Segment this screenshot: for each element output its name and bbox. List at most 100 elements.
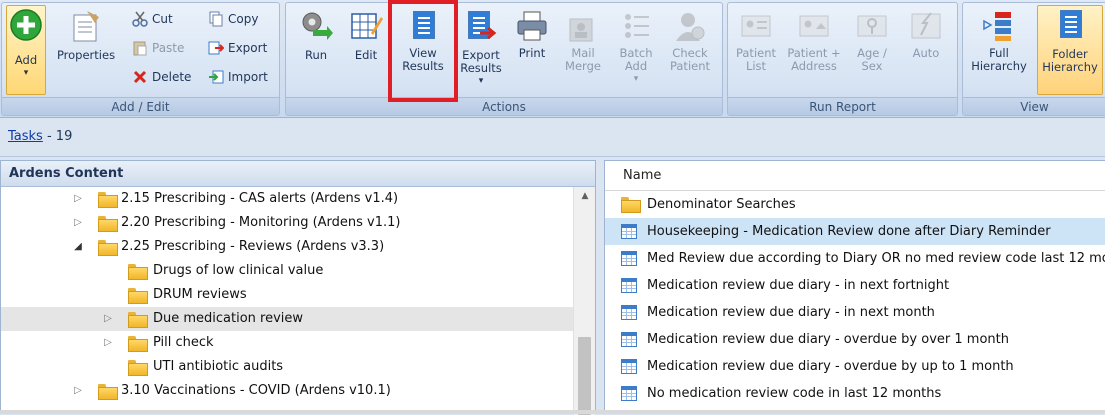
run-button[interactable]: Run [290, 7, 342, 93]
patient-list-button[interactable]: Patient List [730, 7, 782, 93]
properties-label: Properties [56, 48, 116, 62]
tree-item[interactable]: ◢ 2.25 Prescribing - Reviews (Ardens v3.… [1, 235, 573, 259]
batch-add-label-2: Add [624, 59, 648, 73]
tree-item-label: Drugs of low clinical value [153, 263, 324, 278]
search-report-icon [621, 278, 637, 293]
patient-list-label-2: List [745, 59, 767, 73]
run-label: Run [304, 48, 328, 62]
highlight-annotation-box [388, 0, 458, 102]
import-button[interactable]: Import [208, 67, 268, 87]
folder-icon [128, 360, 148, 376]
list-item[interactable]: Medication review due diary - in next mo… [605, 299, 1105, 326]
list-item[interactable]: Med Review due according to Diary OR no … [605, 245, 1105, 272]
search-report-icon [621, 386, 637, 401]
tree-item[interactable]: DRUM reviews [1, 283, 573, 307]
folder-hierarchy-button[interactable]: Folder Hierarchy [1037, 5, 1103, 95]
collapse-arrow-icon[interactable]: ◢ [73, 235, 83, 259]
tree-item[interactable]: Drugs of low clinical value [1, 259, 573, 283]
search-report-icon [621, 359, 637, 374]
tasks-count: - 19 [42, 129, 73, 144]
check-patient-button[interactable]: Check Patient [662, 7, 718, 93]
properties-icon [69, 9, 103, 43]
content-tree-panel: Ardens Content ▷ 2.15 Prescribing - CAS … [0, 160, 596, 415]
tree-item[interactable]: ▷ 2.15 Prescribing - CAS alerts (Ardens … [1, 187, 573, 211]
add-button[interactable]: Add ▾ [6, 5, 46, 95]
tree-item-selected[interactable]: ▷ Due medication review [1, 307, 573, 331]
column-header-name[interactable]: Name [605, 161, 1105, 191]
list-item-selected[interactable]: Housekeeping - Medication Review done af… [605, 218, 1105, 245]
expand-arrow-icon[interactable]: ▷ [103, 307, 113, 331]
tree-item-label: UTI antibiotic audits [153, 359, 284, 374]
print-button[interactable]: Print [508, 7, 556, 93]
chevron-down-icon: ▾ [23, 68, 29, 78]
list-item[interactable]: Denominator Searches [605, 191, 1105, 218]
export-button[interactable]: Export [208, 38, 267, 58]
tree-item[interactable]: ▷ 3.10 Vaccinations - COVID (Ardens v10.… [1, 379, 573, 403]
folder-hierarchy-label-2: Hierarchy [1042, 60, 1098, 74]
tree-scrollbar[interactable]: ▲ [573, 187, 595, 415]
folder-icon [128, 336, 148, 352]
list-item-label: Denominator Searches [647, 197, 796, 212]
check-patient-label-2: Patient [669, 59, 711, 73]
search-list-panel: Name Denominator Searches Housekeeping -… [604, 160, 1105, 414]
copy-button[interactable]: Copy [208, 9, 258, 29]
list-item[interactable]: Medication review due diary - overdue by… [605, 326, 1105, 353]
batch-add-button[interactable]: Batch Add ▾ [610, 7, 662, 93]
scissors-icon [132, 11, 148, 27]
search-report-icon [621, 224, 637, 239]
auto-button[interactable]: Auto [900, 7, 952, 93]
copy-icon [208, 11, 224, 27]
import-label: Import [228, 70, 268, 84]
folder-icon [98, 216, 118, 232]
content-tree: ▷ 2.15 Prescribing - CAS alerts (Ardens … [1, 187, 573, 415]
add-label: Add [14, 53, 38, 67]
export-results-button[interactable]: Export Results ▾ [454, 7, 508, 93]
expand-arrow-icon[interactable]: ▷ [73, 379, 83, 403]
list-item-label: Medication review due diary - overdue by… [647, 359, 1014, 374]
tree-item[interactable]: ▷ Pill check [1, 331, 573, 355]
expand-arrow-icon[interactable]: ▷ [103, 331, 113, 355]
folder-icon [98, 240, 118, 256]
age-sex-button[interactable]: Age / Sex [846, 7, 898, 93]
mail-merge-icon [566, 9, 600, 43]
group-label-add-edit: Add / Edit [2, 97, 279, 115]
properties-button[interactable]: Properties [50, 7, 122, 93]
paste-button[interactable]: Paste [132, 38, 184, 58]
edit-button[interactable]: Edit [342, 7, 390, 93]
expand-arrow-icon[interactable]: ▷ [73, 187, 83, 211]
paste-icon [132, 40, 148, 56]
patient-address-icon [797, 9, 831, 43]
scroll-up-arrow-icon[interactable]: ▲ [574, 187, 596, 205]
bottom-strip [0, 410, 1105, 414]
tree-item-label: 2.15 Prescribing - CAS alerts (Ardens v1… [121, 191, 399, 206]
full-hierarchy-button[interactable]: Full Hierarchy [969, 7, 1029, 93]
tree-item-label: Pill check [153, 335, 214, 350]
print-label: Print [518, 46, 546, 60]
export-label: Export [228, 41, 268, 55]
list-item-label: Medication review due diary - in next fo… [647, 278, 950, 293]
printer-icon [515, 9, 549, 43]
scroll-thumb[interactable] [578, 337, 591, 415]
list-item[interactable]: Medication review due diary - overdue by… [605, 353, 1105, 380]
folder-icon [98, 192, 118, 208]
expand-arrow-icon[interactable]: ▷ [73, 211, 83, 235]
tasks-link[interactable]: Tasks [8, 129, 43, 144]
list-item-label: Medication review due diary - overdue by… [647, 332, 1009, 347]
delete-button[interactable]: Delete [132, 67, 191, 87]
patient-address-button[interactable]: Patient + Address [784, 7, 844, 93]
delete-icon [132, 69, 148, 85]
mail-merge-label-2: Merge [565, 59, 601, 73]
list-item[interactable]: Medication review due diary - in next fo… [605, 272, 1105, 299]
tree-item-label: Due medication review [153, 311, 304, 326]
tree-item[interactable]: ▷ 2.20 Prescribing - Monitoring (Ardens … [1, 211, 573, 235]
list-item[interactable]: No medication review code in last 12 mon… [605, 380, 1105, 407]
mail-merge-button[interactable]: Mail Merge [556, 7, 610, 93]
group-actions: Run Edit View Results Export Results ▾ P… [285, 2, 723, 116]
folder-icon [128, 312, 148, 328]
gears-icon [299, 9, 333, 43]
chevron-down-icon: ▾ [633, 74, 639, 84]
cut-button[interactable]: Cut [132, 9, 173, 29]
cut-label: Cut [152, 12, 173, 26]
group-view: Full Hierarchy Folder Hierarchy View [962, 2, 1105, 116]
tree-item[interactable]: UTI antibiotic audits [1, 355, 573, 379]
